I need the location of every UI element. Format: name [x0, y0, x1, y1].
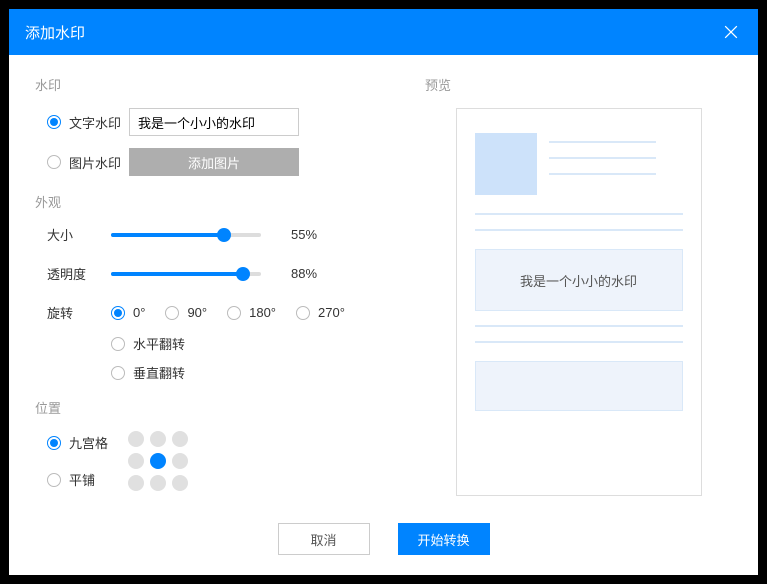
dialog-header: 添加水印 — [9, 9, 758, 55]
preview-watermark-text: 我是一个小小的水印 — [520, 271, 637, 290]
cancel-button[interactable]: 取消 — [278, 523, 370, 555]
size-slider-thumb[interactable] — [217, 228, 231, 242]
rotate-label: 旋转 — [35, 303, 111, 322]
preview-line — [549, 141, 656, 143]
add-image-button[interactable]: 添加图片 — [129, 148, 299, 176]
rotate-0-radio[interactable] — [111, 306, 125, 320]
rotate-270-label: 270° — [318, 305, 345, 320]
grid-cell-2[interactable] — [172, 431, 188, 447]
position-tile-radio[interactable] — [47, 473, 61, 487]
flip-vertical-radio[interactable] — [111, 366, 125, 380]
grid-cell-5[interactable] — [172, 453, 188, 469]
rotate-180-label: 180° — [249, 305, 276, 320]
preview-block — [475, 361, 683, 411]
position-grid-label: 九宫格 — [69, 433, 108, 452]
flip-horizontal-radio[interactable] — [111, 337, 125, 351]
rotate-180-radio[interactable] — [227, 306, 241, 320]
size-slider[interactable] — [111, 233, 261, 237]
dialog-footer: 取消 开始转换 — [9, 509, 758, 575]
size-value: 55% — [291, 227, 317, 242]
image-watermark-label: 图片水印 — [69, 153, 129, 172]
opacity-value: 88% — [291, 266, 317, 281]
opacity-label: 透明度 — [35, 264, 111, 283]
watermark-dialog: 添加水印 水印 文字水印 图片水印 添加图片 外观 大小 — [9, 9, 758, 575]
watermark-section-title: 水印 — [35, 75, 425, 94]
rotate-0-label: 0° — [133, 305, 145, 320]
grid-cell-0[interactable] — [128, 431, 144, 447]
position-grid-radio[interactable] — [47, 436, 61, 450]
text-watermark-radio[interactable] — [47, 115, 61, 129]
rotate-90-radio[interactable] — [165, 306, 179, 320]
preview-line — [475, 325, 683, 327]
preview-line — [549, 157, 656, 159]
grid-cell-1[interactable] — [150, 431, 166, 447]
preview-watermark: 我是一个小小的水印 — [475, 249, 683, 311]
position-grid — [128, 431, 188, 491]
preview-line — [475, 229, 683, 231]
image-watermark-radio[interactable] — [47, 155, 61, 169]
grid-cell-6[interactable] — [128, 475, 144, 491]
grid-cell-3[interactable] — [128, 453, 144, 469]
preview-line — [475, 341, 683, 343]
rotate-270-radio[interactable] — [296, 306, 310, 320]
opacity-slider[interactable] — [111, 272, 261, 276]
dialog-title: 添加水印 — [25, 22, 85, 43]
grid-cell-7[interactable] — [150, 475, 166, 491]
position-tile-label: 平铺 — [69, 470, 95, 489]
text-watermark-label: 文字水印 — [69, 113, 129, 132]
confirm-button[interactable]: 开始转换 — [398, 523, 490, 555]
grid-cell-8[interactable] — [172, 475, 188, 491]
opacity-slider-thumb[interactable] — [236, 267, 250, 281]
size-label: 大小 — [35, 225, 111, 244]
close-button[interactable] — [718, 19, 744, 45]
preview-title: 预览 — [425, 75, 732, 94]
preview-line — [475, 213, 683, 215]
close-icon — [721, 22, 741, 42]
preview-line — [549, 173, 656, 175]
position-section-title: 位置 — [35, 398, 425, 417]
preview-pane: 我是一个小小的水印 — [456, 108, 702, 496]
flip-horizontal-label: 水平翻转 — [133, 334, 185, 353]
preview-image-placeholder — [475, 133, 537, 195]
flip-vertical-label: 垂直翻转 — [133, 363, 185, 382]
appearance-section-title: 外观 — [35, 192, 425, 211]
rotate-90-label: 90° — [187, 305, 207, 320]
watermark-text-input[interactable] — [129, 108, 299, 136]
grid-cell-4[interactable] — [150, 453, 166, 469]
